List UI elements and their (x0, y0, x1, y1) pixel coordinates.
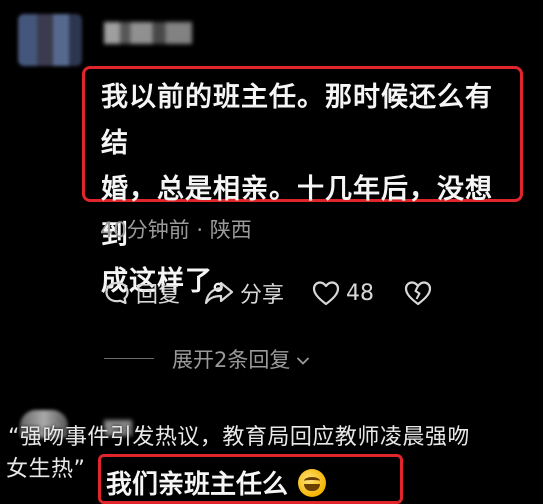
share-button[interactable]: 分享 (204, 277, 284, 309)
reply-label: 回复 (136, 283, 181, 308)
comment-line-1: 我以前的班主任。那时候还么有结 (101, 82, 493, 159)
heart-icon (312, 280, 340, 306)
like-button[interactable]: 48 (312, 280, 374, 306)
caption-line-2: 女生热” (6, 457, 86, 482)
share-label: 分享 (240, 283, 285, 308)
caption-line-1: “强吻事件引发热议，教育局回应教师凌晨强吻 (8, 425, 470, 450)
dislike-button[interactable] (404, 280, 432, 306)
chevron-down-icon (296, 347, 310, 371)
comment-meta: 40分钟前 · 陕西 (100, 218, 252, 242)
reply-icon (104, 280, 130, 306)
expand-divider (104, 358, 154, 359)
expand-replies-button[interactable]: 展开2条回复 (172, 344, 310, 374)
comment-actions: 回复 分享 48 (104, 276, 432, 310)
broken-heart-icon (404, 280, 432, 306)
share-icon (204, 280, 234, 306)
comment-text: 我以前的班主任。那时候还么有结 婚，总是相亲。十几年后，没想到 成这样了。 (101, 75, 506, 305)
like-count: 48 (346, 280, 375, 306)
commenter-avatar[interactable] (18, 14, 82, 66)
reply-button[interactable]: 回复 (104, 277, 180, 309)
expand-replies-label: 展开2条回复 (172, 348, 291, 372)
commenter-name-blurred[interactable] (104, 22, 192, 44)
image-caption: “强吻事件引发热议，教育局回应教师凌晨强吻 女生热” (0, 422, 543, 486)
comment-highlight-box: 我以前的班主任。那时候还么有结 婚，总是相亲。十几年后，没想到 成这样了。 (82, 66, 523, 297)
